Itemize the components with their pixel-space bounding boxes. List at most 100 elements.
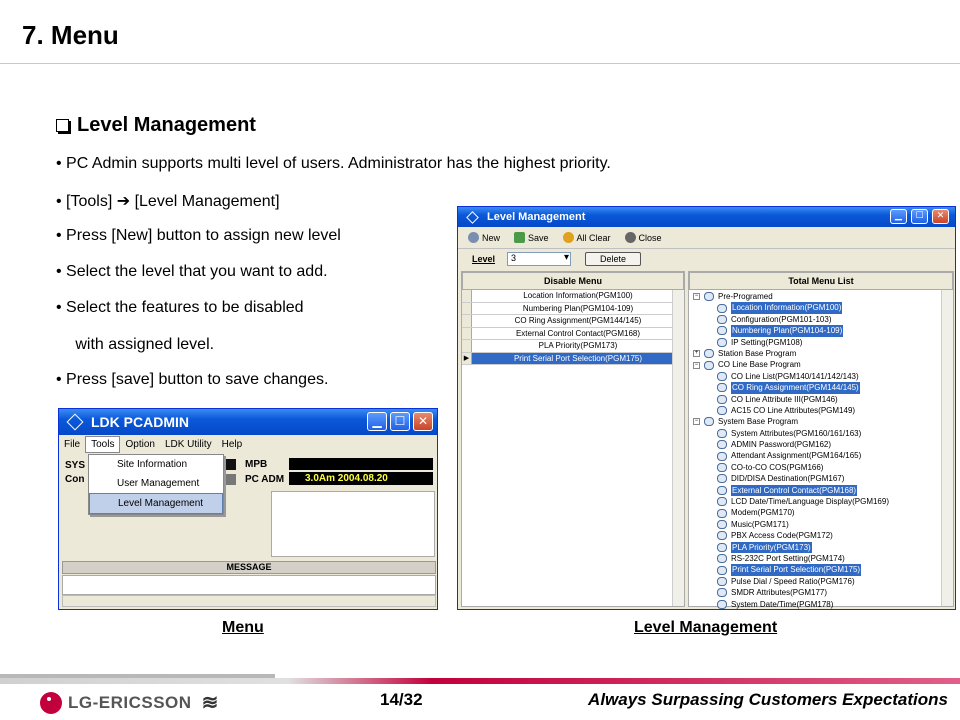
tree-node[interactable]: SMDR Attributes(PGM177) [689, 587, 953, 598]
disable-scrollbar[interactable] [672, 290, 684, 606]
disable-menu-item: External Control Contact(PGM168) [515, 328, 641, 338]
bullet-5-continued: with assigned level. [62, 336, 215, 353]
menu-file[interactable]: File [59, 437, 85, 452]
bullet-1: • PC Admin supports multi level of users… [56, 155, 611, 172]
new-button[interactable]: New [468, 232, 500, 243]
disable-menu-header: Disable Menu [462, 272, 684, 290]
tree-node-label: Music(PGM171) [731, 519, 789, 529]
tree-node[interactable]: CO Line List(PGM140/141/142/143) [689, 371, 953, 382]
disable-menu-item: Location Information(PGM100) [523, 291, 633, 300]
tree-node[interactable]: CO Ring Assignment(PGM144/145) [689, 382, 953, 394]
disable-menu-row[interactable]: CO Ring Assignment(PGM144/145) [462, 315, 684, 328]
bullet-4: • Select the level that you want to add. [56, 263, 328, 280]
all-clear-button[interactable]: All Clear [562, 232, 611, 243]
pcadmin-window: LDK PCADMIN ▁ ☐ ✕ File Tools Option LDK … [58, 408, 438, 610]
tree-node-icon [717, 599, 727, 609]
tree-node-label: CO Line Attribute III(PGM146) [731, 394, 838, 404]
tree-node[interactable]: External Control Contact(PGM168) [689, 484, 953, 497]
tree-node-label: CO Line Base Program [718, 360, 801, 370]
disable-menu-item: PLA Priority(PGM173) [538, 341, 618, 350]
tree-node-label: External Control Contact(PGM168) [731, 484, 858, 497]
tree-node[interactable]: Attendant Assignment(PGM164/165) [689, 450, 953, 461]
tree-node[interactable]: + Station Base Program [689, 348, 953, 359]
menu-tools[interactable]: Tools [85, 436, 121, 453]
disable-menu-row[interactable]: Numbering Plan(PGM104-109) [462, 302, 684, 315]
close-button[interactable]: ✕ [413, 412, 433, 431]
bullet-2: • [Tools] ➔ [Level Management] [56, 193, 280, 210]
tree-node-label: SMDR Attributes(PGM177) [731, 588, 828, 598]
disable-menu-item: Print Serial Port Selection(PGM175) [472, 352, 684, 364]
tree-node[interactable]: PLA Priority(PGM173) [689, 541, 953, 553]
total-menu-panel: Total Menu List − Pre-Programed Location I… [688, 271, 954, 610]
close-icon [624, 232, 636, 243]
tree-node-icon [717, 406, 727, 416]
pcadmin-titlebar[interactable]: LDK PCADMIN ▁ ☐ ✕ [59, 409, 437, 435]
tree-node[interactable]: Modem(PGM170) [689, 507, 953, 518]
dropdown-user-management[interactable]: User Management [89, 474, 223, 493]
total-menu-tree: − Pre-Programed Location Information(PGM10… [689, 290, 953, 610]
tree-node-icon [717, 428, 727, 438]
tree-node[interactable]: ADMIN Password(PGM162) [689, 439, 953, 450]
tree-node[interactable]: PBX Access Code(PGM172) [689, 530, 953, 541]
menu-ldk-utility[interactable]: LDK Utility [160, 437, 217, 452]
tree-node[interactable]: LCD Date/Time/Language Display(PGM169) [689, 496, 953, 507]
tree-node[interactable]: Music(PGM171) [689, 519, 953, 530]
tree-node[interactable]: Pulse Dial / Speed Ratio(PGM176) [689, 576, 953, 587]
maximize-button[interactable]: ☐ [911, 209, 928, 224]
collapse-icon[interactable]: − [693, 361, 700, 369]
tree-node-label: LCD Date/Time/Language Display(PGM169) [731, 497, 889, 507]
maximize-button[interactable]: ☐ [390, 412, 410, 431]
tree-node[interactable]: Print Serial Port Selection(PGM175) [689, 564, 953, 576]
disable-menu-row[interactable]: ▶ Print Serial Port Selection(PGM175) [462, 352, 684, 365]
tree-node-icon [704, 349, 714, 359]
level-titlebar[interactable]: Level Management ▁ ☐ ✕ [458, 207, 955, 227]
level-select[interactable]: 3 [507, 252, 572, 266]
minimize-button[interactable]: ▁ [890, 209, 907, 224]
expand-icon[interactable]: + [693, 350, 700, 358]
minimize-button[interactable]: ▁ [367, 412, 387, 431]
message-area[interactable] [62, 575, 436, 595]
pcadmin-menubar: File Tools Option LDK Utility Help [59, 435, 437, 454]
disable-menu-item: Numbering Plan(PGM104-109) [522, 303, 634, 313]
dropdown-level-management[interactable]: Level Management [89, 493, 223, 514]
close-button[interactable]: ✕ [932, 209, 949, 224]
tree-node[interactable]: System Attributes(PGM160/161/163) [689, 428, 953, 439]
tree-node[interactable]: IP Setting(PGM108) [689, 337, 953, 348]
tree-node[interactable]: DID/DISA Destination(PGM167) [689, 473, 953, 484]
tree-node-label: Pre-Programed [718, 292, 773, 301]
disable-menu-row[interactable]: PLA Priority(PGM173) [462, 340, 684, 353]
tree-node[interactable]: CO-to-CO COS(PGM166) [689, 462, 953, 473]
tree-node[interactable]: RS-232C Port Setting(PGM174) [689, 553, 953, 564]
status-bar [62, 595, 436, 607]
menu-help[interactable]: Help [217, 437, 248, 452]
total-scrollbar[interactable] [941, 290, 953, 606]
tree-node-icon [704, 417, 714, 427]
disable-menu-row[interactable]: External Control Contact(PGM168) [462, 327, 684, 340]
app-diamond-icon [466, 210, 479, 224]
tree-node[interactable]: AC15 CO Line Attributes(PGM149) [689, 405, 953, 416]
row-indicator [462, 327, 472, 339]
bullet-6: • Press [save] button to save changes. [56, 371, 329, 388]
disable-menu-row[interactable]: Location Information(PGM100) [462, 290, 684, 303]
level-management-window: Level Management ▁ ☐ ✕ New Save All Clea… [457, 206, 956, 610]
tree-node[interactable]: Configuration(PGM101-103) [689, 314, 953, 325]
tree-node-label: Numbering Plan(PGM104-109) [731, 325, 844, 337]
tree-node[interactable]: Location Information(PGM100) [689, 302, 953, 314]
tree-node-icon [717, 485, 727, 495]
close-toolbar-button[interactable]: Close [624, 232, 662, 243]
dropdown-site-information[interactable]: Site Information [89, 455, 223, 474]
logo-text: LG-ERICSSON [68, 692, 192, 712]
save-button[interactable]: Save [514, 232, 549, 243]
con-label: Con [65, 474, 85, 485]
tree-node-icon [704, 292, 714, 302]
tree-node[interactable]: Numbering Plan(PGM104-109) [689, 325, 953, 337]
collapse-icon[interactable]: − [693, 293, 700, 301]
tree-node[interactable]: − Pre-Programed [689, 291, 953, 302]
delete-button[interactable]: Delete [585, 252, 642, 266]
collapse-icon[interactable]: − [693, 418, 700, 426]
tree-node[interactable]: − CO Line Base Program [689, 359, 953, 370]
tree-node[interactable]: CO Line Attribute III(PGM146) [689, 394, 953, 405]
tree-node[interactable]: − System Base Program [689, 416, 953, 427]
menu-option[interactable]: Option [120, 437, 159, 452]
tree-node[interactable]: System Date/Time(PGM178) [689, 599, 953, 610]
